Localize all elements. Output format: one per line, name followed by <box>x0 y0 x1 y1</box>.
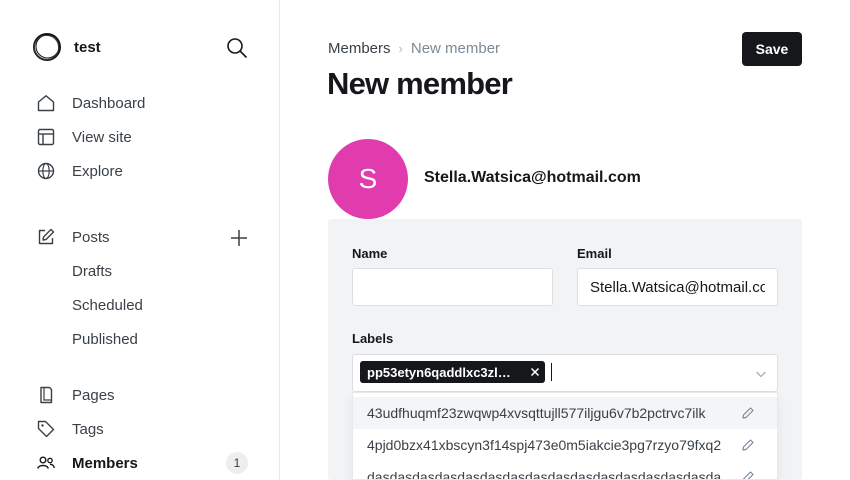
avatar: S <box>328 139 408 219</box>
nav-posts-label: Posts <box>72 228 110 246</box>
member-email-heading: Stella.Watsica@hotmail.com <box>424 169 641 186</box>
avatar-initial: S <box>358 163 378 194</box>
label-option-text: dasdasdasdasdasdasdasdasdasdasdasdasdasd… <box>367 469 741 480</box>
close-icon[interactable] <box>528 365 542 379</box>
nav-dashboard[interactable]: Dashboard <box>36 91 145 115</box>
name-input[interactable] <box>352 268 553 306</box>
layout-icon <box>37 128 55 146</box>
sidebar: test Dashboard View site Explore Posts D… <box>0 0 280 480</box>
nav-view-site[interactable]: View site <box>36 125 132 149</box>
label-option[interactable]: 4pjd0bzx41xbscyn3f14spj473e0m5iakcie3pg7… <box>353 429 777 461</box>
ring-logo-icon <box>33 33 61 61</box>
nav-members-label: Members <box>72 454 138 472</box>
home-icon <box>37 95 55 112</box>
member-form: Name Email Labels pp53etyn6qaddlxc3zl… 4… <box>328 219 802 480</box>
nav-drafts[interactable]: Drafts <box>72 260 112 282</box>
chevron-down-icon[interactable] <box>754 367 768 381</box>
nav-dashboard-label: Dashboard <box>72 94 146 112</box>
label-option-text: 43udfhuqmf23zwqwp4xvsqttujll577iljgu6v7b… <box>367 405 706 421</box>
nav-tags[interactable]: Tags <box>36 417 104 441</box>
labels-select[interactable]: pp53etyn6qaddlxc3zl… <box>352 354 778 392</box>
nav-explore[interactable]: Explore <box>36 159 123 183</box>
plus-icon[interactable] <box>229 228 249 248</box>
pencil-icon[interactable] <box>741 406 755 420</box>
breadcrumb-members-link[interactable]: Members <box>328 40 391 57</box>
search-icon[interactable] <box>226 37 248 59</box>
label-option-text: 4pjd0bzx41xbscyn3f14spj473e0m5iakcie3pg7… <box>367 437 722 453</box>
nav-pages[interactable]: Pages <box>36 383 115 407</box>
page-title: New member <box>327 66 513 101</box>
label-token-text: pp53etyn6qaddlxc3zl… <box>367 364 511 380</box>
email-label: Email <box>577 246 612 261</box>
breadcrumb-current: New member <box>410 40 501 57</box>
globe-icon <box>37 162 55 180</box>
breadcrumb: Members › New member <box>328 40 500 57</box>
main-content: Members › New member Save New member S S… <box>280 0 850 480</box>
members-count-badge: 1 <box>226 452 248 474</box>
nav-published[interactable]: Published <box>72 328 138 350</box>
nav-view-site-label: View site <box>72 128 132 146</box>
text-caret <box>551 363 552 381</box>
breadcrumb-separator: › <box>398 41 403 56</box>
nav-scheduled[interactable]: Scheduled <box>72 294 143 316</box>
nav-posts[interactable]: Posts <box>36 225 110 249</box>
site-brand[interactable]: test <box>32 32 101 62</box>
nav-explore-label: Explore <box>72 162 123 180</box>
edit-icon <box>38 228 55 245</box>
nav-pages-label: Pages <box>72 386 115 404</box>
members-icon <box>37 456 55 469</box>
email-input[interactable] <box>577 268 778 306</box>
site-title: test <box>74 38 101 56</box>
labels-label: Labels <box>352 331 394 346</box>
save-button[interactable]: Save <box>742 32 802 66</box>
tag-icon <box>37 420 55 438</box>
labels-dropdown: 43udfhuqmf23zwqwp4xvsqttujll577iljgu6v7b… <box>352 392 778 480</box>
pencil-icon[interactable] <box>741 470 755 480</box>
label-token[interactable]: pp53etyn6qaddlxc3zl… <box>360 361 545 383</box>
pencil-icon[interactable] <box>741 438 755 452</box>
name-label: Name <box>352 246 388 261</box>
label-option[interactable]: 43udfhuqmf23zwqwp4xvsqttujll577iljgu6v7b… <box>353 397 777 429</box>
nav-members[interactable]: Members <box>36 451 138 475</box>
page-icon <box>40 386 53 404</box>
label-option[interactable]: dasdasdasdasdasdasdasdasdasdasdasdasdasd… <box>353 461 777 480</box>
nav-tags-label: Tags <box>72 420 104 438</box>
